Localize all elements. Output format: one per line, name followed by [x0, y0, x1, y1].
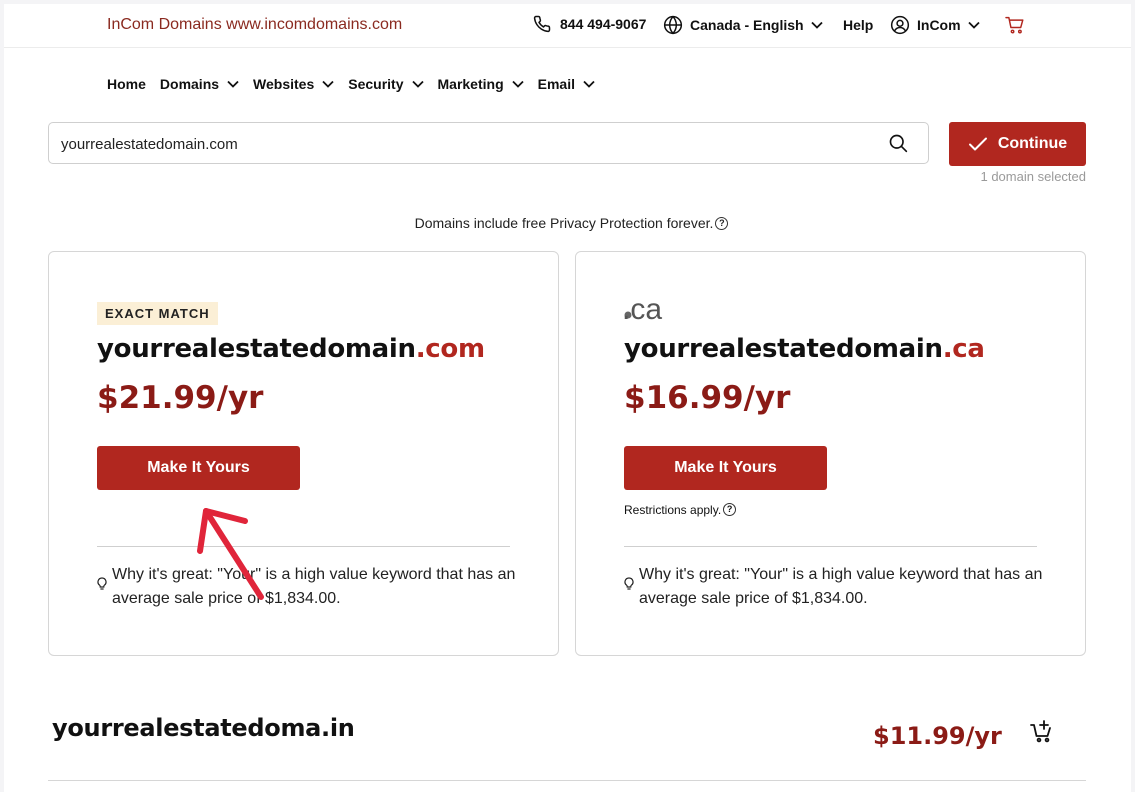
- domain-price: $21.99/yr: [97, 380, 264, 416]
- nav-item-label: Email: [537, 76, 575, 92]
- restrictions-note: Restrictions apply.?: [624, 503, 737, 517]
- nav-item-marketing[interactable]: Marketing: [438, 76, 524, 92]
- domain-tld: .in: [321, 714, 355, 742]
- brand-link[interactable]: InCom Domains www.incomdomains.com: [107, 16, 402, 34]
- add-to-cart-button[interactable]: [1030, 719, 1054, 748]
- region-label: Canada - English: [690, 17, 804, 33]
- page: InCom Domains www.incomdomains.com 844 4…: [4, 4, 1131, 792]
- restrictions-text: Restrictions apply.: [624, 503, 722, 517]
- phone-link[interactable]: 844 494-9067: [533, 15, 646, 33]
- nav-item-label: Domains: [159, 76, 220, 92]
- lightbulb-icon: [624, 577, 634, 590]
- domain-sld: yourrealestatedomain: [624, 334, 943, 364]
- chevron-down-icon: [967, 21, 980, 29]
- region-selector[interactable]: Canada - English: [663, 15, 823, 35]
- continue-label: Continue: [997, 135, 1068, 152]
- account-label: InCom: [917, 17, 961, 33]
- chevron-down-icon: [810, 21, 823, 29]
- domain-card-ca: .ca yourrealestatedomain.ca $16.99/yr Ma…: [575, 251, 1086, 656]
- divider: [624, 546, 1037, 547]
- help-link[interactable]: Help: [843, 17, 873, 33]
- result-row-domain: yourrealestatedoma.in: [52, 714, 355, 742]
- domain-sld: yourrealestatedomain: [97, 334, 416, 364]
- why-text: Why it's great: "Your" is a high value k…: [639, 566, 1043, 607]
- why-text: Why it's great: "Your" is a high value k…: [112, 566, 516, 607]
- top-bar: InCom Domains www.incomdomains.com 844 4…: [4, 4, 1131, 48]
- domain-name: yourrealestatedomain.ca: [624, 334, 985, 364]
- cart-button[interactable]: [1005, 16, 1025, 39]
- search-button[interactable]: [888, 133, 908, 158]
- info-icon[interactable]: ?: [715, 217, 729, 230]
- domain-sld: yourrealestatedoma: [52, 714, 322, 742]
- check-icon: [968, 137, 987, 151]
- chevron-down-icon: [583, 80, 595, 88]
- user-icon: [890, 15, 910, 35]
- why-its-great: Why it's great: "Your" is a high value k…: [624, 563, 1044, 611]
- ca-tld-logo: .ca: [622, 293, 676, 327]
- add-to-cart-icon: [1030, 720, 1051, 743]
- globe-icon: [663, 15, 683, 35]
- phone-icon: [533, 15, 551, 33]
- domain-search-input[interactable]: [61, 133, 841, 155]
- domain-name: yourrealestatedomain.com: [97, 334, 485, 364]
- phone-number: 844 494-9067: [560, 16, 647, 32]
- nav-item-websites[interactable]: Websites: [253, 76, 334, 92]
- exact-match-badge: EXACT MATCH: [97, 302, 218, 325]
- nav-item-security[interactable]: Security: [348, 76, 424, 92]
- ca-logo-text: .ca: [624, 296, 662, 322]
- chevron-down-icon: [322, 80, 334, 88]
- domain-search-box: [48, 122, 929, 164]
- privacy-note: Domains include free Privacy Protection …: [4, 215, 1131, 231]
- nav-item-label: Websites: [253, 76, 315, 92]
- nav-item-label: Security: [348, 76, 404, 92]
- domain-card-com: EXACT MATCH yourrealestatedomain.com $21…: [48, 251, 559, 656]
- divider: [97, 546, 510, 547]
- result-row-price: $11.99/yr: [873, 722, 1002, 750]
- account-menu[interactable]: InCom: [890, 15, 980, 35]
- lightbulb-icon: [97, 577, 107, 590]
- nav-item-domains[interactable]: Domains: [160, 76, 239, 92]
- cart-icon: [1005, 16, 1024, 34]
- chevron-down-icon: [227, 80, 239, 88]
- chevron-down-icon: [511, 80, 524, 88]
- chevron-down-icon: [411, 80, 424, 88]
- privacy-note-text: Domains include free Privacy Protection …: [414, 215, 714, 231]
- make-it-yours-button[interactable]: Make It Yours: [97, 446, 300, 490]
- domain-tld: .ca: [942, 334, 985, 364]
- make-it-yours-button[interactable]: Make It Yours: [624, 446, 827, 490]
- divider: [48, 780, 1086, 781]
- domain-tld: .com: [415, 334, 485, 364]
- main-nav: Home Domains Websites Security Marketing…: [107, 76, 609, 92]
- annotation-arrow: [197, 508, 264, 600]
- why-its-great: Why it's great: "Your" is a high value k…: [97, 563, 517, 611]
- nav-item-label: Marketing: [437, 76, 504, 92]
- continue-button[interactable]: Continue: [949, 122, 1086, 166]
- info-icon[interactable]: ?: [723, 503, 737, 516]
- domain-price: $16.99/yr: [624, 380, 791, 416]
- nav-item-home[interactable]: Home: [107, 76, 146, 92]
- nav-item-email[interactable]: Email: [538, 76, 595, 92]
- selected-count: 1 domain selected: [980, 169, 1086, 184]
- search-icon: [889, 134, 908, 153]
- nav-item-label: Home: [107, 76, 146, 92]
